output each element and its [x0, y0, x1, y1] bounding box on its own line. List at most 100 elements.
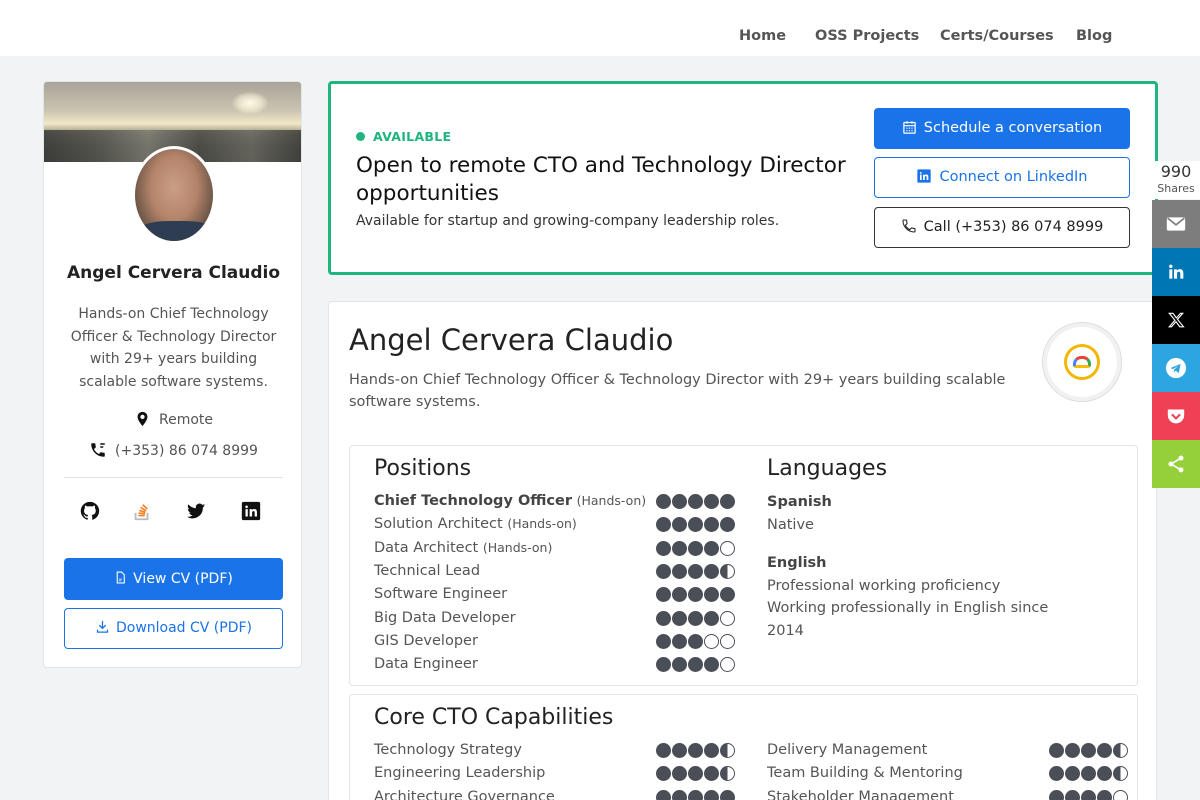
call-button[interactable]: Call (+353) 86 074 8999	[874, 207, 1130, 248]
twitter-icon[interactable]	[185, 500, 207, 522]
rating-dot	[1097, 743, 1112, 758]
share-linkedin-button[interactable]	[1152, 248, 1200, 296]
rating-dot	[688, 657, 703, 673]
position-name: Big Data Developer	[374, 609, 516, 626]
rating-dot	[688, 633, 703, 649]
rating-dot	[688, 494, 703, 509]
rating-dot	[656, 540, 671, 556]
share-more-button[interactable]	[1152, 440, 1200, 488]
phone[interactable]: (+353) 86 074 8999	[44, 441, 301, 459]
rating-dot	[688, 743, 703, 758]
position-item: Solution Architect (Hands-on)	[374, 516, 577, 532]
share-icon	[1168, 455, 1184, 473]
rating-dot	[704, 657, 719, 673]
linkedin-icon[interactable]	[240, 500, 262, 522]
rating-dot	[1065, 743, 1080, 758]
share-pocket-button[interactable]	[1152, 392, 1200, 440]
share-telegram-button[interactable]	[1152, 344, 1200, 392]
schedule-conversation-button[interactable]: Schedule a conversation	[874, 108, 1130, 149]
rating-dot	[688, 610, 703, 626]
language-name: English	[767, 555, 827, 571]
rating-dot	[720, 766, 735, 782]
rating-dot	[1097, 766, 1112, 782]
page-subtitle: Hands-on Chief Technology Officer & Tech…	[349, 372, 1006, 410]
rating-dot	[720, 657, 735, 673]
nav-certs-courses[interactable]: Certs/Courses	[940, 28, 1054, 44]
rating-dot	[688, 563, 703, 579]
google-cloud-icon	[1073, 356, 1091, 368]
pocket-icon	[1167, 409, 1185, 424]
capability-item: Delivery Management	[767, 742, 927, 758]
language-english: English Professional working proficiency…	[767, 552, 1057, 642]
avatar	[132, 146, 216, 244]
rating-dot	[672, 743, 687, 758]
view-cv-label: View CV (PDF)	[133, 571, 233, 587]
rating-dots	[1049, 766, 1128, 782]
capability-item: Team Building & Mentoring	[767, 765, 963, 781]
rating-dot	[688, 587, 703, 603]
capability-name: Engineering Leadership	[374, 765, 546, 782]
rating-dot	[656, 766, 671, 782]
rating-dot	[720, 563, 735, 579]
rating-dot	[704, 789, 719, 800]
rating-dot	[704, 610, 719, 626]
share-count-label: Shares	[1157, 182, 1195, 195]
availability-headline: Open to remote CTO and Technology Direct…	[356, 153, 846, 206]
rating-dot	[672, 766, 687, 782]
rating-dots	[656, 633, 735, 649]
rating-dot	[672, 610, 687, 626]
rating-dot	[720, 610, 735, 626]
position-name: Solution Architect	[374, 516, 503, 533]
position-name: Technical Lead	[374, 562, 481, 579]
rating-dot	[1113, 789, 1128, 800]
position-item: Chief Technology Officer (Hands-on)	[374, 493, 646, 509]
nav-oss-projects[interactable]: OSS Projects	[815, 28, 919, 44]
connect-linkedin-button[interactable]: Connect on LinkedIn	[874, 157, 1130, 198]
capability-name: Delivery Management	[767, 742, 928, 758]
share-email-button[interactable]	[1152, 200, 1200, 248]
cloud-architect-badge[interactable]	[1042, 322, 1122, 402]
rating-dots	[1049, 789, 1128, 800]
profile-name: Angel Cervera Claudio	[66, 263, 281, 283]
status-dot	[356, 132, 365, 141]
map-pin-icon	[137, 411, 148, 427]
rating-dots	[656, 766, 735, 782]
language-note: Working professionally in English since …	[767, 600, 1049, 639]
location-text: Remote	[158, 412, 214, 428]
email-icon	[1166, 217, 1186, 231]
rating-dots	[656, 789, 735, 800]
rating-dot	[1081, 789, 1096, 800]
language-level: Native	[767, 516, 814, 533]
rating-dot	[672, 494, 687, 509]
capability-item: Architecture Governance	[374, 789, 555, 800]
telegram-icon	[1165, 357, 1187, 379]
rating-dot	[656, 494, 671, 509]
rating-dots	[1049, 743, 1128, 758]
github-icon[interactable]	[79, 500, 101, 522]
rating-dot	[672, 540, 687, 556]
rating-dot	[656, 610, 671, 626]
share-x-button[interactable]	[1152, 296, 1200, 344]
rating-dot	[656, 587, 671, 603]
rating-dot	[688, 517, 703, 533]
divider	[64, 477, 283, 478]
rating-dot	[704, 540, 719, 556]
rating-dot	[672, 789, 687, 800]
language-spanish: Spanish Native	[767, 491, 832, 536]
nav-blog[interactable]: Blog	[1076, 28, 1112, 44]
phone-text: (+353) 86 074 8999	[115, 443, 258, 459]
position-item: Software Engineer	[374, 586, 507, 602]
nav-home[interactable]: Home	[739, 28, 786, 44]
stackoverflow-icon[interactable]	[131, 500, 153, 522]
rating-dot	[1049, 789, 1064, 800]
position-note: (Hands-on)	[482, 539, 553, 555]
rating-dot	[720, 517, 735, 533]
rating-dot	[704, 633, 719, 649]
view-cv-button[interactable]: View CV (PDF)	[64, 558, 283, 600]
capability-name: Technology Strategy	[374, 742, 522, 758]
rating-dot	[1065, 789, 1080, 800]
rating-dot	[656, 789, 671, 800]
language-level: Professional working proficiency	[767, 577, 1001, 594]
rating-dots	[656, 517, 735, 533]
download-cv-button[interactable]: Download CV (PDF)	[64, 608, 283, 649]
